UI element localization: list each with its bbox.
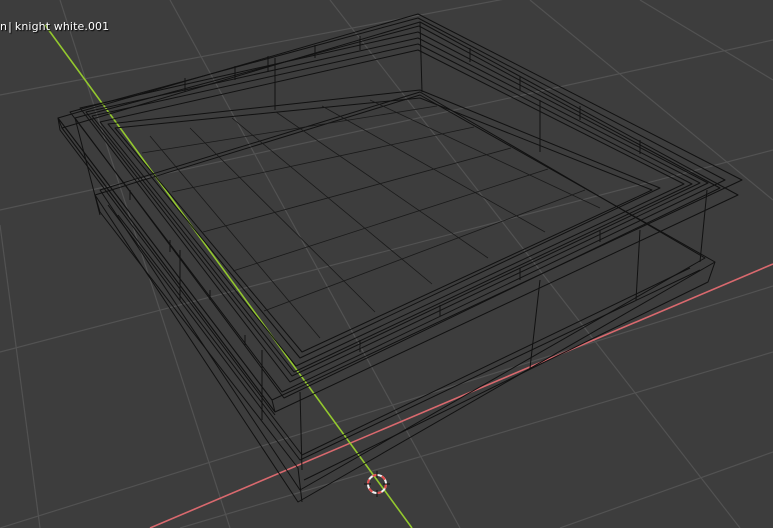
3d-viewport[interactable]: n| knight white.001 (0, 0, 773, 528)
viewport-background (0, 0, 773, 528)
viewport-scene[interactable] (0, 0, 773, 528)
label-separator: | (8, 20, 12, 33)
active-object-name: knight white.001 (14, 20, 110, 33)
object-mode-prefix: n (0, 20, 8, 33)
viewport-object-label: n| knight white.001 (0, 20, 109, 33)
